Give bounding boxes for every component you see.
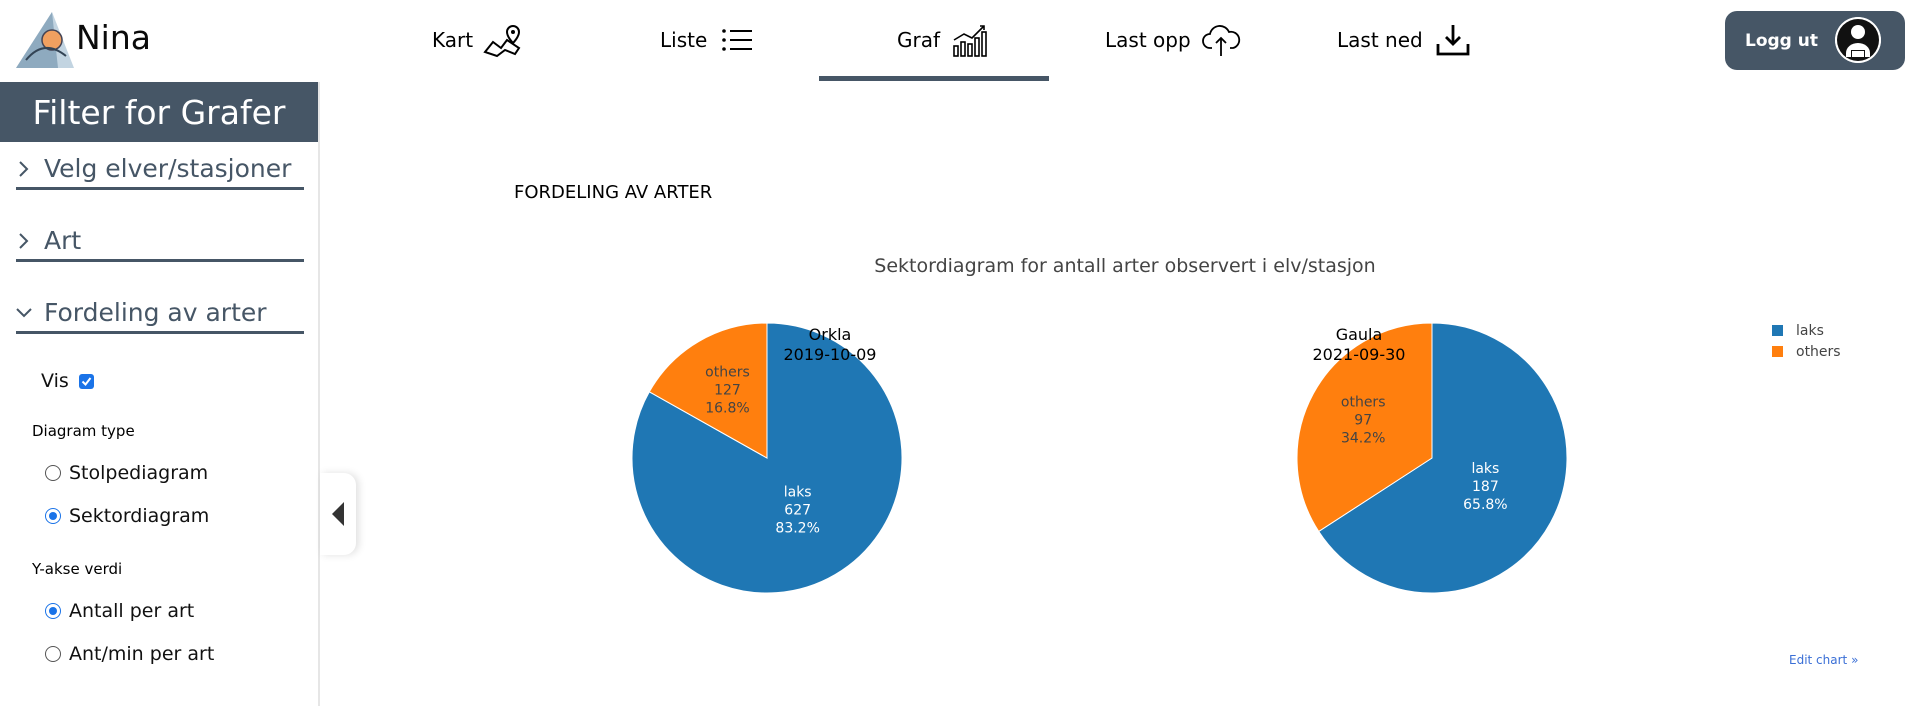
top-bar: Nina Kart Liste Graf Last opp Last ned L…: [0, 0, 1919, 82]
slice-label: laks: [1471, 461, 1499, 477]
bar-chart-icon: [953, 25, 987, 57]
legend-swatch-laks: [1772, 325, 1783, 336]
sidebar-title: Filter for Grafer: [0, 82, 318, 142]
chevron-right-icon: [19, 232, 29, 249]
nav-last-opp-label: Last opp: [1105, 28, 1191, 52]
logout-label: Logg ut: [1745, 30, 1818, 51]
nav-kart[interactable]: Kart: [432, 22, 523, 58]
nav-graf-label: Graf: [897, 28, 941, 52]
pie-title-line: 2021-09-30: [1313, 345, 1406, 364]
nav-last-ned[interactable]: Last ned: [1337, 22, 1473, 58]
chevron-down-icon: [16, 307, 32, 317]
nav-last-opp[interactable]: Last opp: [1105, 22, 1241, 58]
nav-kart-label: Kart: [432, 28, 474, 52]
radio-stolpediagram-label: Stolpediagram: [69, 462, 209, 484]
slice-value: 127: [714, 382, 741, 398]
chevron-right-icon: [19, 160, 29, 177]
slice-percent: 16.8%: [705, 400, 749, 416]
slice-percent: 65.8%: [1463, 497, 1507, 513]
logout-button[interactable]: Logg ut: [1725, 11, 1905, 70]
radio-button[interactable]: [45, 508, 61, 524]
nav-last-ned-label: Last ned: [1337, 28, 1423, 52]
pie-chart-svg: Sektordiagram for antall arter observert…: [631, 255, 1841, 594]
radio-antall-per-art[interactable]: Antall per art: [45, 600, 194, 622]
edit-chart-link[interactable]: Edit chart »: [1789, 653, 1858, 667]
yaxis-label: Y-akse verdi: [32, 560, 123, 578]
slice-percent: 83.2%: [775, 520, 819, 536]
radio-ant-min-per-art[interactable]: Ant/min per art: [45, 643, 214, 665]
cloud-upload-icon: [1201, 25, 1240, 56]
accordion-fordeling-av-arter[interactable]: Fordeling av arter: [16, 294, 304, 334]
check-icon: [81, 376, 92, 386]
pie-title-line: Gaula: [1336, 325, 1383, 344]
slice-value: 627: [784, 502, 811, 518]
sidebar-collapse-button[interactable]: [320, 473, 356, 555]
slice-label: others: [1341, 395, 1386, 411]
caret-left-icon: [332, 502, 344, 526]
download-icon: [1436, 25, 1470, 56]
accordion-velg-elver[interactable]: Velg elver/stasjoner: [16, 150, 304, 190]
slice-label: others: [705, 364, 750, 380]
chart-title: Sektordiagram for antall arter observert…: [874, 255, 1375, 277]
nav-liste[interactable]: Liste: [660, 22, 757, 58]
radio-stolpediagram[interactable]: Stolpediagram: [45, 462, 208, 484]
legend-label-laks: laks: [1796, 323, 1824, 339]
radio-sektordiagram-label: Sektordiagram: [69, 505, 210, 527]
accordion-art[interactable]: Art: [16, 222, 304, 262]
nav-active-indicator: [819, 76, 1049, 81]
vis-checkbox[interactable]: [78, 373, 94, 389]
nina-logo-icon: [16, 12, 74, 68]
radio-sektordiagram[interactable]: Sektordiagram: [45, 505, 209, 527]
user-avatar-icon: [1835, 17, 1881, 63]
radio-ant-min-per-art-label: Ant/min per art: [69, 643, 215, 665]
accordion-art-label: Art: [44, 226, 82, 255]
list-icon: [722, 29, 753, 51]
pie-chart-area: Sektordiagram for antall arter observert…: [600, 240, 1900, 680]
slice-value: 187: [1472, 479, 1499, 495]
accordion-velg-elver-label: Velg elver/stasjoner: [44, 154, 292, 183]
radio-button[interactable]: [45, 603, 61, 619]
vis-label: Vis: [41, 370, 69, 392]
filter-sidebar: Filter for Grafer Velg elver/stasjoner A…: [0, 82, 320, 706]
slice-value: 97: [1354, 413, 1372, 429]
legend-label-others: others: [1796, 344, 1841, 360]
radio-button[interactable]: [45, 646, 61, 662]
legend-swatch-others: [1772, 346, 1783, 357]
diagram-type-label: Diagram type: [32, 422, 135, 440]
slice-percent: 34.2%: [1341, 431, 1385, 447]
radio-antall-per-art-label: Antall per art: [69, 600, 195, 622]
accordion-fordeling-label: Fordeling av arter: [44, 298, 267, 327]
slice-label: laks: [784, 484, 812, 500]
pie-title-line: 2019-10-09: [784, 345, 877, 364]
map-pin-icon: [483, 24, 521, 58]
nav-liste-label: Liste: [660, 28, 708, 52]
vis-row: Vis: [41, 370, 94, 392]
section-title: FORDELING AV ARTER: [514, 182, 713, 203]
nav-graf[interactable]: Graf: [897, 22, 990, 58]
pie-title-line: Orkla: [809, 325, 852, 344]
radio-button[interactable]: [45, 465, 61, 481]
brand-name: Nina: [76, 18, 151, 57]
